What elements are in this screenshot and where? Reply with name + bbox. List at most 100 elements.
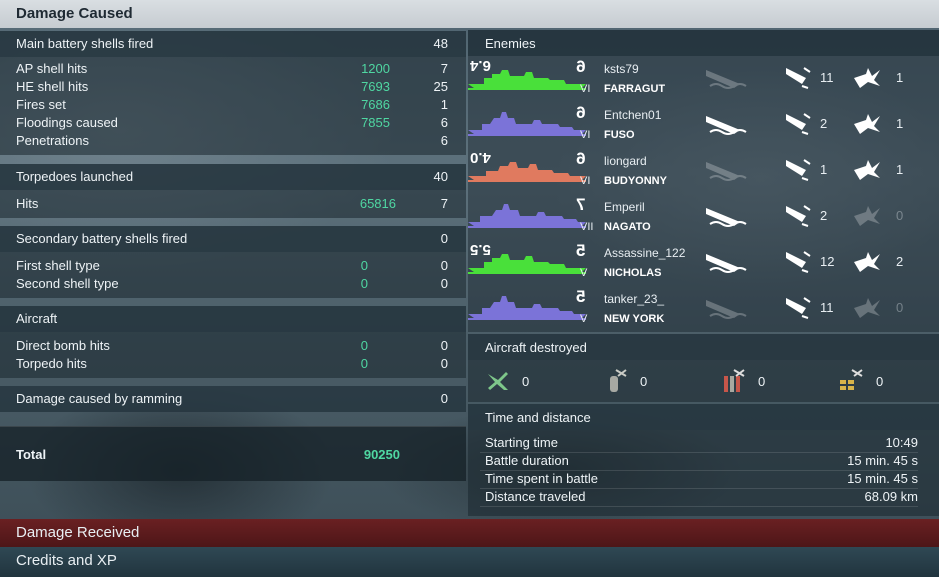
ship-tier-badge: 6 — [576, 57, 586, 76]
aircraft-destroyed-title: Aircraft destroyed — [485, 340, 587, 355]
ramming-value: 0 — [440, 391, 448, 406]
time-value: 15 min. 45 s — [847, 453, 918, 468]
player-name: liongard — [604, 154, 647, 168]
ship-tier: V — [580, 313, 588, 325]
torpedo-hit-count: 11 — [820, 70, 834, 85]
main-battery-value: 48 — [433, 36, 448, 51]
main-battery-details: AP shell hits 1200 7 HE shell hits 7693 … — [0, 57, 466, 155]
torpedoes-label: Torpedoes launched — [16, 169, 134, 184]
torpedo-hit-icon — [786, 297, 811, 319]
total-row: Total 90250 — [0, 426, 466, 481]
ship-name: FARRAGUT — [604, 83, 666, 95]
torpedo-hit-count: 2 — [820, 116, 828, 131]
shell-hit-count: 2 — [896, 254, 904, 269]
time-row: Starting time 10:49 — [480, 434, 918, 453]
player-name: Assassine_122 — [604, 246, 686, 260]
aircraft-details: Direct bomb hits 0 0 Torpedo hits 0 0 — [0, 332, 466, 378]
player-name: ksts79 — [604, 62, 639, 76]
aircraft-label: Aircraft — [16, 311, 58, 326]
ship-tier-badge: 7 — [576, 195, 586, 214]
torpedo-hit-icon — [786, 159, 811, 181]
shell-hit-count: 0 — [896, 208, 904, 223]
stat-row: Torpedo hits 0 0 — [0, 355, 466, 373]
fighter-plane-icon — [488, 372, 508, 390]
player-name: Emperil — [604, 200, 645, 214]
enemies-title: Enemies — [485, 36, 536, 51]
torpedo-hit-count: 2 — [820, 208, 828, 223]
shell-hit-count: 0 — [896, 300, 904, 315]
credits-xp-tab[interactable]: Credits and XP — [0, 547, 939, 577]
stat-count: 7 — [440, 61, 448, 76]
damage-caused-header[interactable]: Damage Caused — [0, 0, 939, 28]
player-name: tanker_23_ — [604, 292, 665, 306]
enemy-row[interactable]: 6.4 6 VI ksts79 FARRAGUT 11 1 — [468, 56, 938, 102]
torpedo-hit-count: 1 — [820, 162, 828, 177]
stat-damage: 7693 — [361, 79, 390, 94]
stat-damage: 0 — [360, 356, 368, 371]
damage-received-tab[interactable]: Damage Received — [0, 519, 939, 547]
stat-label: First shell type — [16, 258, 100, 273]
stat-row: AP shell hits 1200 7 — [0, 60, 466, 78]
ship-tier: V — [580, 267, 588, 279]
tab-label: Credits and XP — [16, 552, 117, 569]
ship-tier-badge: 6 — [576, 149, 586, 168]
damage-caused-panel: Main battery shells fired 48 AP shell hi… — [0, 28, 466, 481]
ship-name: FUSO — [604, 129, 635, 141]
stat-count: 0 — [440, 338, 448, 353]
stat-damage: 0 — [360, 338, 368, 353]
ship-hp: 6.4 — [470, 57, 491, 74]
ramming-row: Damage caused by ramming 0 — [0, 386, 466, 412]
time-label: Time spent in battle — [485, 471, 598, 486]
time-distance-title: Time and distance — [485, 410, 591, 425]
enemy-row[interactable]: 5 V tanker_23_ NEW YORK 11 0 — [468, 286, 938, 332]
tab-label: Damage Received — [16, 524, 140, 541]
stat-label: HE shell hits — [16, 79, 89, 94]
total-label: Total — [16, 447, 47, 462]
torpedo-hit-icon — [786, 67, 811, 89]
ship-silhouette-icon — [468, 112, 586, 136]
time-value: 10:49 — [885, 435, 918, 450]
ship-silhouette-icon — [468, 204, 586, 228]
time-label: Battle duration — [485, 453, 569, 468]
stat-label: Penetrations — [16, 133, 89, 148]
aircraft-count: 0 — [758, 374, 766, 389]
stat-row: Floodings caused 7855 6 — [0, 114, 466, 132]
time-row: Battle duration 15 min. 45 s — [480, 452, 918, 471]
stat-count: 1 — [440, 97, 448, 112]
stat-label: Torpedo hits — [16, 356, 87, 371]
secondary-row: Secondary battery shells fired 0 — [0, 226, 466, 252]
aircraft-count: 0 — [640, 374, 648, 389]
ship-tier: VI — [580, 83, 591, 95]
enemy-row[interactable]: 4.0 6 VI liongard BUDYONNY 1 1 — [468, 148, 938, 194]
stat-row: Direct bomb hits 0 0 — [0, 337, 466, 355]
main-battery-label: Main battery shells fired — [16, 36, 154, 51]
sunk-icon — [706, 208, 747, 227]
torpedo-hit-icon — [786, 113, 811, 135]
player-name: Entchen01 — [604, 108, 662, 122]
torpedo-bomber-icon — [724, 369, 745, 392]
time-label: Starting time — [485, 435, 558, 450]
ship-hp: 4.0 — [470, 149, 491, 166]
stat-count: 0 — [440, 258, 448, 273]
ship-name: BUDYONNY — [604, 175, 667, 187]
enemy-row[interactable]: 6 VI Entchen01 FUSO 2 1 — [468, 102, 938, 148]
shell-hit-icon — [854, 298, 880, 318]
ship-tier-badge: 5 — [576, 287, 586, 306]
ramming-label: Damage caused by ramming — [16, 391, 183, 406]
sunk-icon — [706, 70, 747, 89]
ship-tier-badge: 6 — [576, 103, 586, 122]
section-title: Damage Caused — [16, 5, 133, 22]
stat-count: 6 — [440, 133, 448, 148]
distance-value: 68.09 km — [864, 489, 918, 504]
enemy-row[interactable]: 7 VII Emperil NAGATO 2 0 — [468, 194, 938, 240]
shell-hit-icon — [854, 68, 880, 88]
torpedo-hit-count: 11 — [820, 300, 834, 315]
ship-silhouette-icon — [468, 296, 586, 320]
sunk-icon — [706, 300, 747, 319]
stat-row: Second shell type 0 0 — [0, 275, 466, 293]
enemy-row[interactable]: 5.5 5 V Assassine_122 NICHOLAS 12 2 — [468, 240, 938, 286]
secondary-value: 0 — [440, 231, 448, 246]
torpedo-hit-count: 12 — [820, 254, 835, 269]
stat-label: Direct bomb hits — [16, 338, 110, 353]
shell-hit-icon — [854, 252, 880, 272]
